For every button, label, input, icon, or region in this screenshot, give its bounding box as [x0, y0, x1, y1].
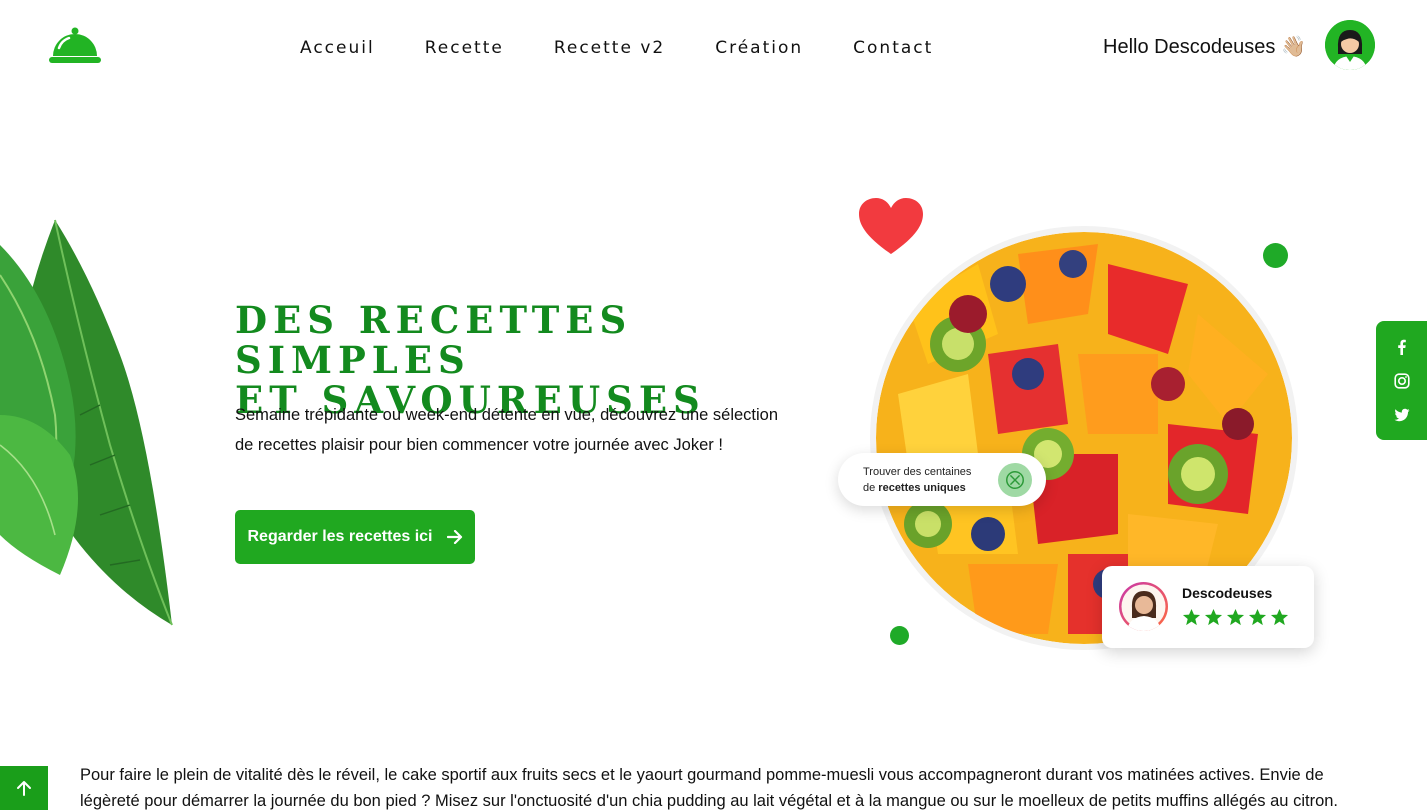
- scroll-to-top-button[interactable]: [0, 766, 48, 810]
- review-card: Descodeuses: [1102, 566, 1314, 648]
- facebook-icon[interactable]: [1394, 339, 1410, 355]
- decorative-dot: [890, 626, 909, 645]
- star-icon: [1226, 608, 1245, 626]
- arrow-right-icon: [446, 530, 462, 544]
- find-recipes-text: Trouver des centaines de recettes unique…: [863, 464, 971, 496]
- wave-hand: 👋🏼: [1281, 36, 1307, 58]
- find-recipes-card: Trouver des centaines de recettes unique…: [838, 453, 1046, 506]
- star-icon: [1270, 608, 1289, 626]
- nav-contact[interactable]: Contact: [853, 36, 933, 60]
- mint-leaves-image: [0, 219, 173, 626]
- cloche-logo-icon[interactable]: [49, 26, 101, 64]
- view-recipes-label: Regarder les recettes ici: [247, 528, 433, 545]
- decorative-dot: [1263, 243, 1288, 268]
- intro-paragraph: Pour faire le plein de vitalité dès le r…: [80, 766, 1339, 810]
- star-icon: [1182, 608, 1201, 626]
- main-nav: Acceuil Recette Recette v2 Création Cont…: [300, 36, 983, 60]
- find-line2-bold: recettes uniques: [878, 481, 966, 494]
- star-icon: [1204, 608, 1223, 626]
- instagram-icon[interactable]: [1393, 372, 1410, 389]
- nav-recette[interactable]: Recette: [425, 36, 504, 60]
- reviewer-name: Descodeuses: [1182, 585, 1273, 601]
- reviewer-avatar: [1119, 582, 1168, 631]
- user-avatar[interactable]: [1325, 20, 1375, 70]
- user-greeting: Hello Descodeuses 👋🏼: [1103, 34, 1306, 60]
- nav-creation[interactable]: Création: [715, 36, 803, 60]
- greeting-text: Hello Descodeuses: [1103, 36, 1276, 58]
- nav-acceuil[interactable]: Acceuil: [300, 36, 375, 60]
- social-sidebar: [1376, 321, 1427, 440]
- heart-icon: [859, 198, 923, 254]
- recipe-icon: [998, 463, 1032, 497]
- view-recipes-button[interactable]: Regarder les recettes ici: [235, 510, 475, 564]
- star-rating: [1182, 608, 1289, 627]
- hero-description: Semaine trépidante ou week-end détente e…: [235, 406, 779, 454]
- find-line2-prefix: de: [863, 481, 879, 494]
- star-icon: [1248, 608, 1267, 626]
- arrow-up-icon: [17, 781, 31, 796]
- hero-title-line1: Des recettes simples: [235, 298, 633, 382]
- find-line1: Trouver des centaines: [863, 465, 972, 478]
- nav-recette-v2[interactable]: Recette v2: [554, 36, 665, 60]
- twitter-icon[interactable]: [1394, 407, 1410, 423]
